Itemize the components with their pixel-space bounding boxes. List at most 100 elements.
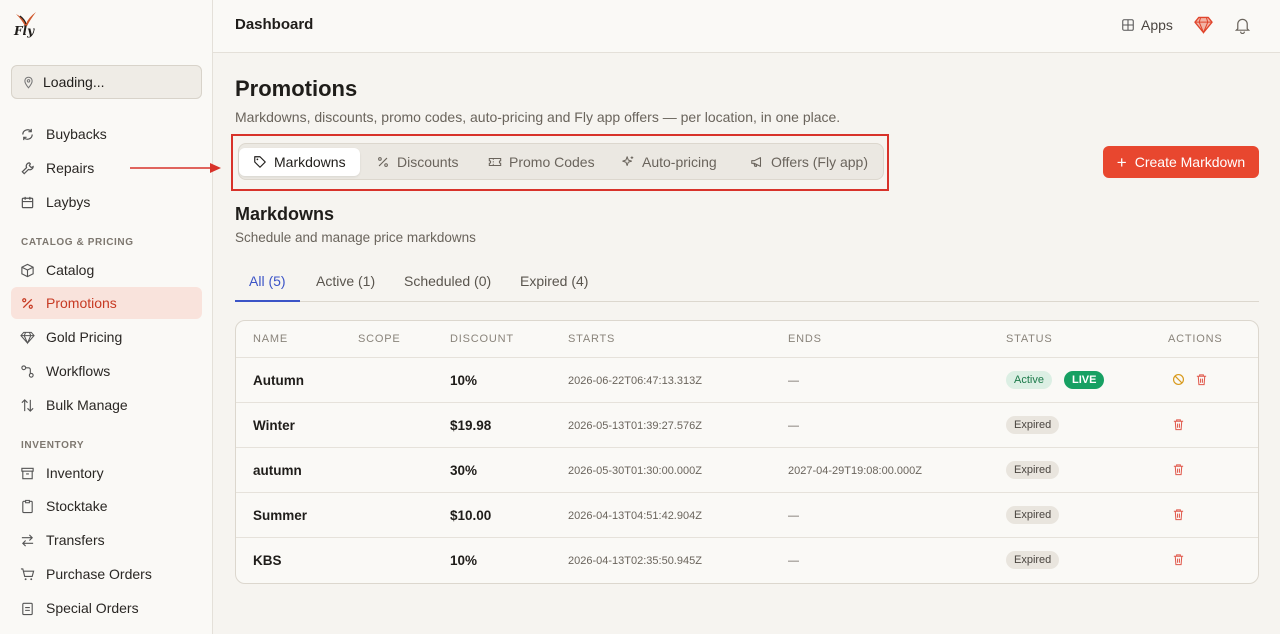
row-name: Winter [253,418,295,433]
sidebar-item-catalog[interactable]: Catalog [11,254,202,286]
markdowns-table: NAME SCOPE DISCOUNT STARTS ENDS STATUS A… [235,320,1259,584]
sidebar-item-workflows[interactable]: Workflows [11,355,202,387]
row-name: Autumn [253,373,304,388]
section-catalog-pricing: CATALOG & PRICING [21,237,134,248]
sidebar-item-label: Special Orders [46,600,139,616]
clipboard-list-icon [22,602,33,615]
page-title: Promotions [235,76,358,101]
sidebar-item-gold-pricing[interactable]: Gold Pricing [11,321,202,353]
status-badge: Expired [1006,506,1060,524]
table-row[interactable]: autumn 30% 2026-05-30T01:30:00.000Z 2027… [236,447,1258,492]
delete-icon[interactable] [1172,418,1185,431]
sidebar-item-label: Inventory [46,465,104,481]
sidebar-item-label: Purchase Orders [46,566,152,582]
column-header-ends: ENDS [788,333,822,345]
tab-offers-fly-app[interactable]: Offers (Fly app) [736,148,882,176]
top-bar: Dashboard Apps [213,0,1280,53]
subtab-expired[interactable]: Expired (4) [520,273,588,302]
table-row[interactable]: KBS 10% 2026-04-13T02:35:50.945Z — Expir… [236,537,1258,582]
subtab-all[interactable]: All (5) [235,273,300,302]
tab-label: Auto-pricing [642,154,717,170]
delete-icon[interactable] [1172,553,1185,566]
table-row[interactable]: Autumn 10% 2026-06-22T06:47:13.313Z — Ac… [236,357,1258,402]
sidebar: Fly Loading... Buybacks Repairs Laybys C… [0,0,213,634]
table-row[interactable]: Summer $10.00 2026-04-13T04:51:42.904Z —… [236,492,1258,537]
live-badge: LIVE [1064,371,1105,389]
workflow-icon [21,364,34,378]
sidebar-item-label: Repairs [46,160,95,176]
promotion-type-tabs: Markdowns Discounts Promo Codes Auto-pri… [238,143,884,180]
transfer-icon [21,533,34,547]
sidebar-item-promotions[interactable]: Promotions [11,287,202,319]
percent-icon [22,297,33,309]
sidebar-item-label: Catalog [46,262,95,278]
row-ends: 2027-04-29T19:08:00.000Z [788,465,922,477]
sidebar-item-buybacks[interactable]: Buybacks [11,118,202,150]
bell-icon[interactable] [1234,16,1251,34]
clipboard-icon [22,499,33,513]
tab-auto-pricing[interactable]: Auto-pricing [607,148,731,176]
buyback-icon [22,128,33,140]
plus-icon: + [1116,152,1127,172]
column-header-scope: SCOPE [358,333,401,345]
delete-icon[interactable] [1172,463,1185,476]
row-discount: 30% [450,463,478,478]
section-title: Markdowns [235,204,335,224]
ticket-icon [488,157,502,167]
tab-promo-codes[interactable]: Promo Codes [474,148,609,176]
delete-icon[interactable] [1172,508,1185,521]
gem-icon [20,331,35,344]
sidebar-item-inventory[interactable]: Inventory [11,457,202,489]
logo-text: Fly [14,24,35,38]
sidebar-item-laybys[interactable]: Laybys [11,186,202,218]
row-ends: — [788,510,799,522]
archive-icon [21,467,34,479]
map-pin-icon [24,76,33,89]
row-ends: — [788,555,799,567]
row-starts: 2026-04-13T04:51:42.904Z [568,510,702,522]
row-starts: 2026-05-30T01:30:00.000Z [568,465,702,477]
wrench-icon [21,161,34,175]
topbar-title: Dashboard [235,16,314,33]
calendar-icon [21,196,34,208]
page-subtitle: Markdowns, discounts, promo codes, auto-… [235,109,841,125]
row-starts: 2026-05-13T01:39:27.576Z [568,420,702,432]
create-markdown-button[interactable]: + Create Markdown [1103,146,1259,178]
tag-icon [254,156,266,168]
row-discount: 10% [450,373,478,388]
table-row[interactable]: Winter $19.98 2026-05-13T01:39:27.576Z —… [236,402,1258,447]
row-ends: — [788,375,799,387]
delete-icon[interactable] [1195,373,1208,386]
create-markdown-label: Create Markdown [1134,154,1246,170]
sidebar-item-stocktake[interactable]: Stocktake [11,490,202,522]
tab-markdowns[interactable]: Markdowns [239,148,360,176]
section-inventory: INVENTORY [21,440,85,451]
sidebar-item-transfers[interactable]: Transfers [11,524,202,556]
sort-icon [21,398,34,412]
sidebar-item-special-orders[interactable]: Special Orders [11,592,202,624]
status-badge: Expired [1006,551,1060,569]
tab-label: Offers (Fly app) [771,154,868,170]
row-ends: — [788,420,799,432]
subtab-active[interactable]: Active (1) [316,273,375,302]
sidebar-item-label: Laybys [46,194,91,210]
subtab-scheduled[interactable]: Scheduled (0) [404,273,491,302]
sidebar-item-purchase-orders[interactable]: Purchase Orders [11,558,202,590]
location-label: Loading... [43,74,105,90]
row-starts: 2026-04-13T02:35:50.945Z [568,555,702,567]
sidebar-item-bulk-manage[interactable]: Bulk Manage [11,389,202,421]
apps-button[interactable]: Apps [1121,17,1173,33]
gem-icon[interactable] [1194,16,1213,34]
tab-label: Markdowns [274,154,346,170]
apps-label: Apps [1141,17,1173,33]
location-selector[interactable]: Loading... [11,65,202,99]
row-starts: 2026-06-22T06:47:13.313Z [568,375,702,387]
status-filter-tabs: All (5) Active (1) Scheduled (0) Expired… [235,263,1259,302]
sidebar-item-label: Stocktake [46,498,108,514]
deactivate-icon[interactable] [1172,373,1185,386]
column-header-status: STATUS [1006,333,1053,345]
tab-discounts[interactable]: Discounts [362,148,472,176]
sparkles-icon [622,156,634,167]
cart-icon [20,567,35,580]
section-subtitle: Schedule and manage price markdowns [235,230,476,245]
